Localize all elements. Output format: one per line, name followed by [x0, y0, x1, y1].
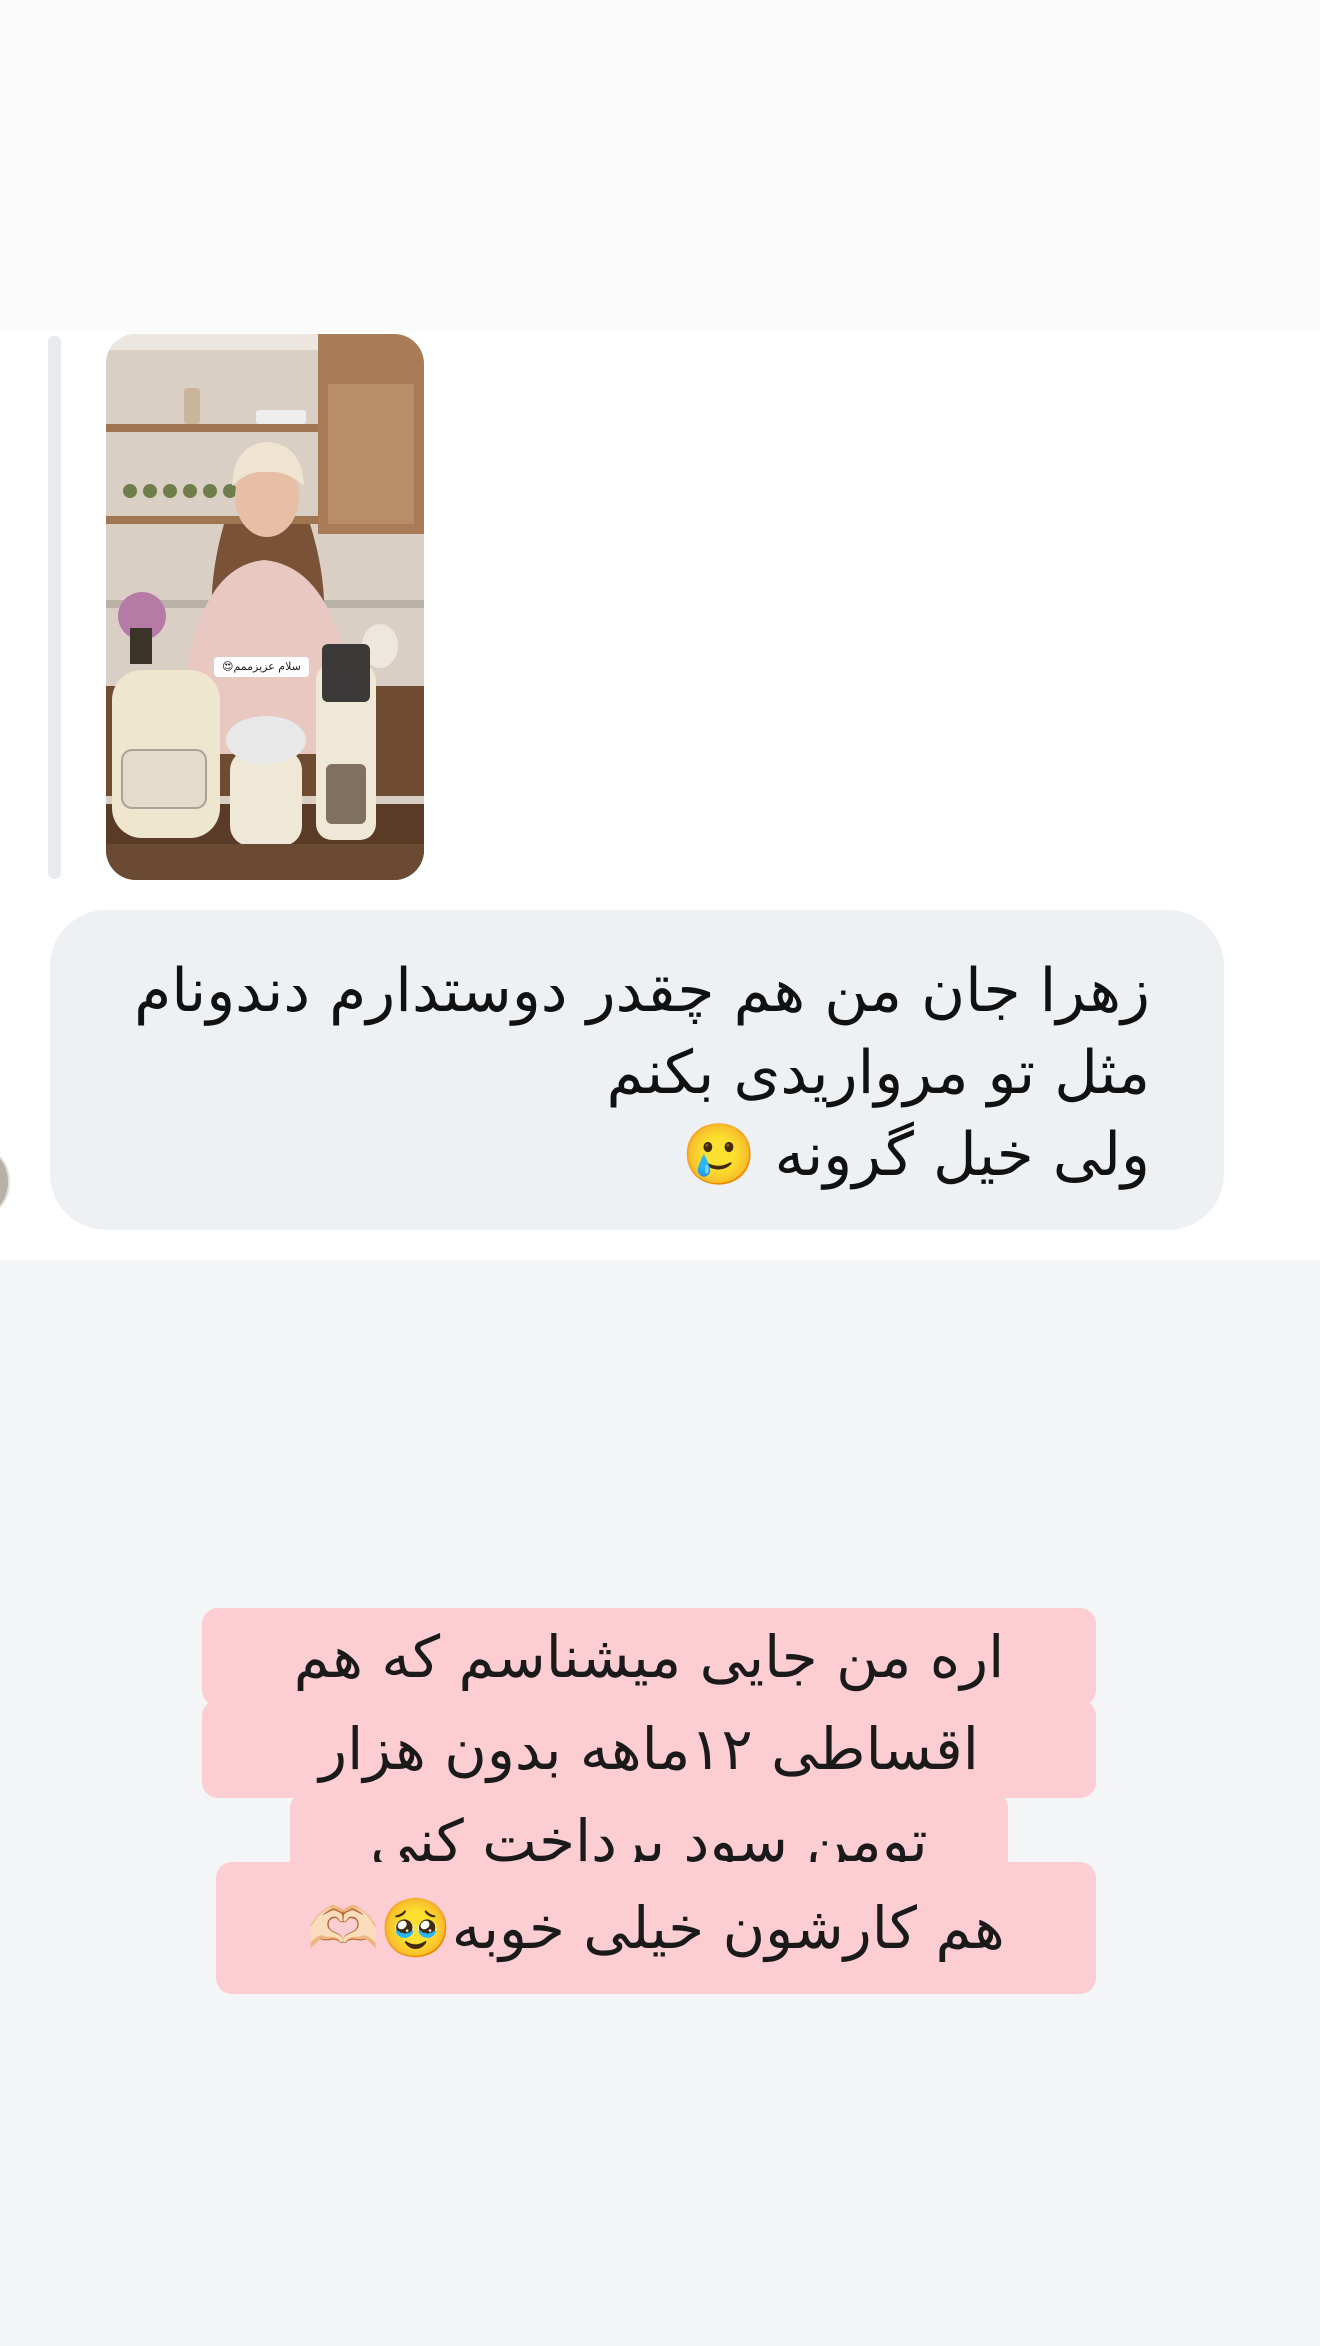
story-thumbnail[interactable]: سلام عزیزممم😍	[106, 334, 424, 880]
top-blank-area	[0, 0, 1320, 332]
story-photo	[106, 334, 424, 880]
caption-line-4: هم کارشون خیلی خوبه🥹🫶🏻	[216, 1862, 1096, 1994]
message-bubble[interactable]: زهرا جان من هم چقدر دوستدارم دندونام مثل…	[50, 910, 1224, 1230]
crying-smile-emoji: 🥲	[681, 1120, 757, 1190]
message-line-2: مثل تو مرواریدی بکنم	[606, 1038, 1151, 1108]
reply-indicator-bar	[48, 336, 61, 879]
caption-line-2: اقساطی ۱۲ماهه بدون هزار	[202, 1700, 1096, 1798]
caption-line-1: اره من جایی میشناسم که هم	[202, 1608, 1096, 1706]
message-line-3-text: ولی خیل گرونه	[774, 1120, 1150, 1190]
message-line-3: ولی خیل گرونه🥲	[94, 1114, 1150, 1196]
story-sticker: سلام عزیزممم😍	[214, 657, 309, 677]
message-line-1: زهرا جان من هم چقدر دوستدارم دندونام	[134, 956, 1150, 1026]
